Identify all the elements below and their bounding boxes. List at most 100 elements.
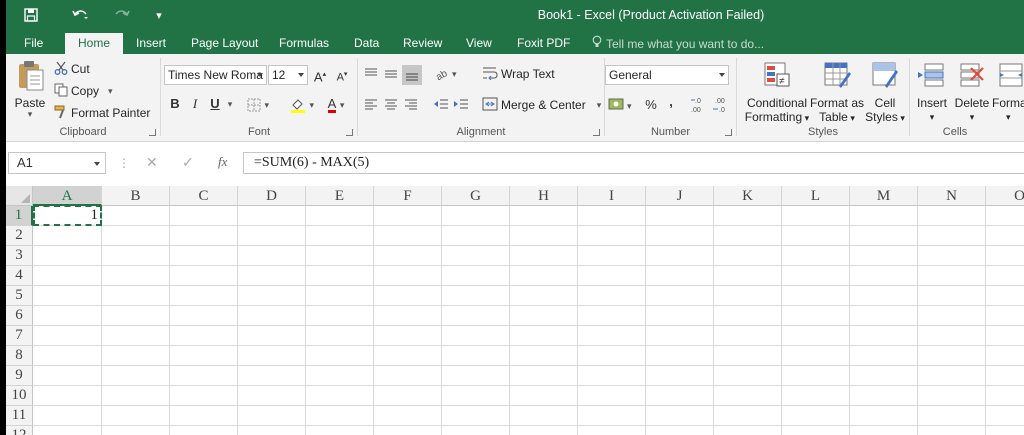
customize-qat-icon[interactable]: ▾ <box>152 4 166 26</box>
copy-dropdown-icon[interactable]: ▾ <box>108 86 113 97</box>
worksheet-grid[interactable]: A B C D E F G H I J K L M N O 1 2 3 4 5 6 7 8 9 10 11 12 1 <box>6 186 1024 435</box>
column-header-c[interactable]: C <box>170 186 238 206</box>
tab-view[interactable]: View <box>466 33 492 54</box>
accounting-format-icon[interactable]: ▾ <box>607 96 637 114</box>
number-launcher-icon[interactable] <box>725 129 732 136</box>
clipboard-launcher-icon[interactable] <box>149 129 156 136</box>
tab-review[interactable]: Review <box>403 33 442 54</box>
row-header-10[interactable]: 10 <box>6 386 33 406</box>
align-middle-icon[interactable] <box>382 65 400 83</box>
cancel-icon[interactable]: ✕ <box>146 154 158 171</box>
column-header-k[interactable]: K <box>714 186 782 206</box>
column-header-m[interactable]: M <box>850 186 918 206</box>
cell-a1[interactable]: 1 <box>33 206 100 225</box>
format-cells-button[interactable]: Format ▾ <box>992 60 1024 124</box>
underline-dropdown-icon[interactable]: ▾ <box>225 94 235 114</box>
italic-button[interactable]: I <box>187 94 203 114</box>
tab-page-layout[interactable]: Page Layout <box>191 33 258 54</box>
increase-indent-icon[interactable] <box>452 96 470 114</box>
row-header-7[interactable]: 7 <box>6 326 33 346</box>
row-header-2[interactable]: 2 <box>6 226 33 246</box>
row-header-8[interactable]: 8 <box>6 346 33 366</box>
format-painter-button[interactable]: Format Painter <box>54 103 150 123</box>
conditional-formatting-button[interactable]: ≠ Conditional Formatting ▾ <box>741 60 813 125</box>
format-painter-label: Format Painter <box>71 106 151 120</box>
insert-cells-button[interactable]: Insert ▾ <box>912 60 952 124</box>
wrap-text-button[interactable]: Wrap Text <box>482 64 555 84</box>
insert-function-icon[interactable]: fx <box>218 154 227 170</box>
decrease-decimal-icon[interactable]: .00.0 <box>711 96 731 114</box>
gridline-horizontal <box>33 285 1024 286</box>
column-header-b[interactable]: B <box>102 186 170 206</box>
cut-button[interactable]: Cut <box>54 59 90 79</box>
column-header-h[interactable]: H <box>510 186 578 206</box>
font-name-dropdown[interactable]: Times New Roma <box>164 65 267 85</box>
bold-button[interactable]: B <box>167 94 183 114</box>
column-header-i[interactable]: I <box>578 186 646 206</box>
redo-icon[interactable] <box>106 4 138 26</box>
align-right-icon[interactable] <box>402 96 420 114</box>
row-header-4[interactable]: 4 <box>6 266 33 286</box>
column-header-e[interactable]: E <box>306 186 374 206</box>
tab-formulas[interactable]: Formulas <box>279 33 329 54</box>
tell-me-box[interactable]: Tell me what you want to do... <box>592 33 764 54</box>
column-header-n[interactable]: N <box>918 186 986 206</box>
font-size-dropdown[interactable]: 12 <box>268 65 308 85</box>
undo-icon[interactable] <box>62 4 98 26</box>
paste-dropdown-icon[interactable]: ▾ <box>12 110 48 119</box>
copy-button[interactable]: Copy ▾ <box>54 81 113 101</box>
cell-styles-button[interactable]: Cell Styles ▾ <box>863 60 907 125</box>
align-bottom-icon[interactable] <box>402 65 422 85</box>
orientation-icon[interactable]: ab ▾ <box>434 65 460 83</box>
row-header-12[interactable]: 12 <box>6 426 33 435</box>
underline-button[interactable]: U <box>207 94 223 114</box>
tab-foxit-pdf[interactable]: Foxit PDF <box>517 33 570 54</box>
tab-data[interactable]: Data <box>354 33 379 54</box>
borders-button[interactable]: ▾ <box>245 94 271 114</box>
alignment-launcher-icon[interactable] <box>593 129 600 136</box>
font-color-button[interactable]: A ▾ <box>319 94 353 114</box>
column-header-f[interactable]: F <box>374 186 442 206</box>
column-header-j[interactable]: J <box>646 186 714 206</box>
gridline-vertical <box>441 206 442 435</box>
fill-color-button[interactable]: ▾ <box>287 94 317 114</box>
tab-insert[interactable]: Insert <box>136 33 166 54</box>
number-format-dropdown[interactable]: General <box>605 65 729 85</box>
column-header-g[interactable]: G <box>442 186 510 206</box>
align-top-icon[interactable] <box>362 65 380 83</box>
select-all-corner[interactable] <box>6 186 33 206</box>
row-header-1[interactable]: 1 <box>6 206 33 226</box>
row-header-11[interactable]: 11 <box>6 406 33 426</box>
format-as-table-button[interactable]: Format as Table ▾ <box>809 60 865 125</box>
tab-file[interactable]: File <box>24 33 43 54</box>
delete-cells-button[interactable]: Delete ▾ <box>952 60 992 124</box>
paste-button[interactable]: Paste ▾ <box>12 60 48 119</box>
cell-styles-icon <box>870 60 900 90</box>
decrease-font-size-button[interactable]: A▾ <box>333 65 351 85</box>
increase-decimal-icon[interactable]: .0.00 <box>689 96 709 114</box>
gridline-vertical <box>645 206 646 435</box>
column-header-o[interactable]: O <box>986 186 1024 206</box>
gridline-horizontal <box>33 225 1024 226</box>
row-header-6[interactable]: 6 <box>6 306 33 326</box>
name-box[interactable]: A1 <box>8 152 106 174</box>
formula-input[interactable]: =SUM(6) - MAX(5) <box>243 152 1024 174</box>
comma-style-button[interactable]: , <box>665 92 677 112</box>
percent-button[interactable]: % <box>643 95 659 115</box>
increase-font-size-button[interactable]: A▴ <box>311 65 329 85</box>
tab-home[interactable]: Home <box>65 33 124 54</box>
column-header-d[interactable]: D <box>238 186 306 206</box>
row-header-9[interactable]: 9 <box>6 366 33 386</box>
row-header-3[interactable]: 3 <box>6 246 33 266</box>
row-header-5[interactable]: 5 <box>6 286 33 306</box>
font-launcher-icon[interactable] <box>346 129 353 136</box>
merge-center-button[interactable]: Merge & Center ▾ <box>482 95 601 115</box>
merge-dropdown-icon[interactable]: ▾ <box>597 100 602 111</box>
decrease-indent-icon[interactable] <box>432 96 450 114</box>
column-header-l[interactable]: L <box>782 186 850 206</box>
align-left-icon[interactable] <box>362 96 380 114</box>
align-center-icon[interactable] <box>382 96 400 114</box>
column-header-a[interactable]: A <box>33 186 102 206</box>
save-icon[interactable] <box>20 4 42 26</box>
enter-check-icon[interactable]: ✓ <box>182 154 194 171</box>
